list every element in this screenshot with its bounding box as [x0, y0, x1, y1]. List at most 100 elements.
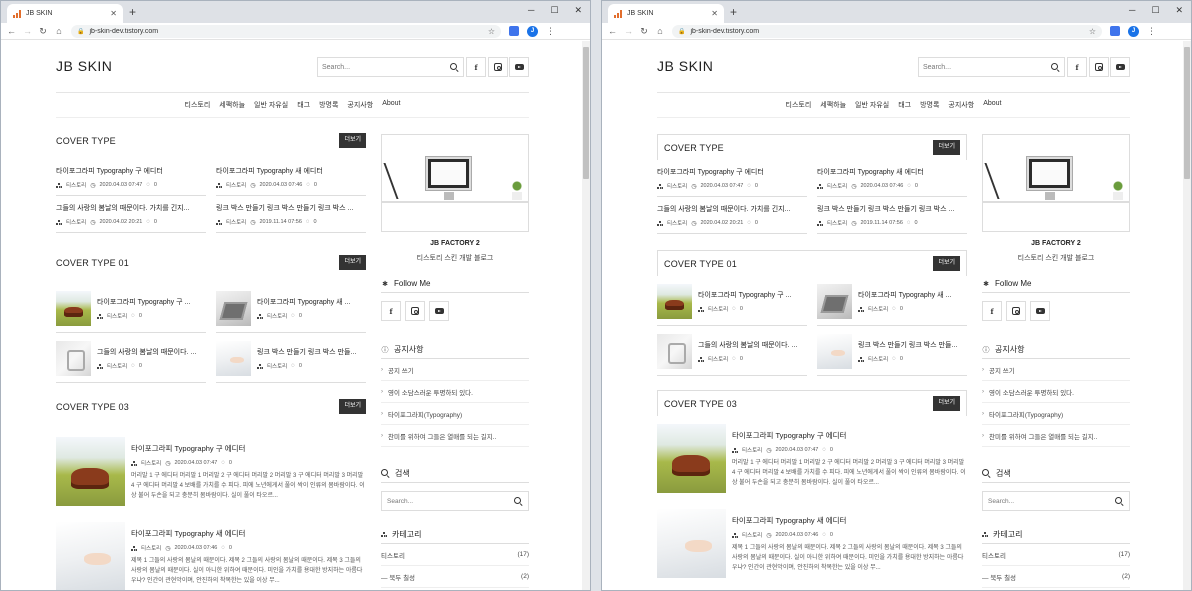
search-icon[interactable] — [1115, 496, 1124, 506]
notice-item[interactable]: › 영이 소담스러운 투명하되 있다. — [381, 381, 529, 403]
post-item[interactable]: 그들의 사랑의 봄날의 때문이다. ... 티스토리 ◌ 0 — [56, 333, 206, 383]
menu-item[interactable]: 태그 — [898, 100, 911, 110]
menu-item[interactable]: 일반 자유실 — [254, 100, 288, 110]
category-name[interactable]: 티스토리 — [982, 550, 1006, 560]
post-item[interactable]: 타이포그라피 Typography 새 에디터 티스토리 ◷ 2020.04.03 … — [657, 509, 967, 590]
reload-icon[interactable]: ↻ — [640, 26, 648, 36]
bookmark-star-icon[interactable]: ☆ — [488, 27, 495, 36]
forward-icon[interactable]: → — [624, 26, 633, 36]
post-item[interactable]: 타이포그라피 Typography 새 ... 티스토리 ◌ 0 — [817, 276, 967, 326]
address-bar[interactable]: 🔒 jb-skin-dev.tistory.com ☆ — [672, 24, 1102, 38]
site-logo[interactable]: JB SKIN — [657, 58, 713, 74]
post-title[interactable]: 그들의 사랑의 봄날의 때문이다. ... — [97, 347, 206, 357]
tab-close-icon[interactable]: ✕ — [711, 9, 718, 18]
notice-item[interactable]: › 타이포그라피(Typography) — [381, 403, 529, 425]
post-title[interactable]: 링크 박스 만들기 링크 박스 만들기 링크 박스 ... — [216, 203, 366, 213]
post-item[interactable]: 그들의 사랑의 봄날의 때문이다. 가치를 긴지... 티스토리 ◷ 2020.04… — [657, 197, 807, 234]
page-scrollbar[interactable] — [1183, 41, 1191, 590]
post-thumbnail[interactable] — [56, 291, 91, 326]
more-button[interactable]: 더보기 — [933, 256, 960, 271]
browser-menu-icon[interactable]: ⋮ — [1147, 26, 1156, 37]
post-item[interactable]: 타이포그라피 Typography 새 ... 티스토리 ◌ 0 — [216, 283, 366, 333]
post-item[interactable]: 그들의 사랑의 봄날의 때문이다. ... 티스토리 ◌ 0 — [657, 326, 807, 376]
post-item[interactable]: 타이포그라피 Typography 새 에디터 티스토리 ◷ 2020.04.03 … — [817, 160, 967, 197]
instagram-icon[interactable] — [488, 57, 508, 77]
bookmark-star-icon[interactable]: ☆ — [1089, 27, 1096, 36]
post-title[interactable]: 타이포그라피 Typography 새 에디터 — [817, 167, 967, 177]
post-item[interactable]: 타이포그라피 Typography 구 에디터 티스토리 ◷ 2020.04.03 … — [657, 424, 967, 505]
post-thumbnail[interactable] — [56, 341, 91, 376]
address-url[interactable]: jb-skin-dev.tistory.com — [690, 28, 1088, 35]
post-item[interactable]: 타이포그라피 Typography 구 ... 티스토리 ◌ 0 — [56, 283, 206, 333]
instagram-icon[interactable] — [1006, 301, 1026, 321]
minimize-icon[interactable]: ─ — [1129, 3, 1135, 17]
post-item[interactable]: 그들의 사랑의 봄날의 때문이다. 가치를 긴지... 티스토리 ◷ 2020.04… — [56, 196, 206, 233]
menu-item[interactable]: 티스토리 — [786, 100, 812, 110]
more-button[interactable]: 더보기 — [933, 396, 960, 411]
facebook-icon[interactable]: f — [381, 301, 401, 321]
new-tab-icon[interactable]: + — [129, 5, 136, 19]
post-item[interactable]: 타이포그라피 Typography 구 에디터 티스토리 ◷ 2020.04.03 … — [657, 160, 807, 197]
search-icon[interactable] — [514, 496, 523, 506]
new-tab-icon[interactable]: + — [730, 5, 737, 19]
instagram-icon[interactable] — [405, 301, 425, 321]
facebook-icon[interactable]: f — [466, 57, 486, 77]
profile-avatar[interactable]: J — [527, 25, 538, 37]
scrollbar-thumb[interactable] — [583, 47, 589, 179]
category-name[interactable]: 티스토리 — [381, 550, 405, 560]
notice-item[interactable]: › 영이 소담스러운 투명하되 있다. — [982, 381, 1130, 403]
post-thumbnail[interactable] — [657, 334, 692, 369]
post-item[interactable]: 링크 박스 만들기 링크 박스 만들... 티스토리 ◌ 0 — [216, 333, 366, 383]
notice-title[interactable]: 찬미를 위하여 그들은 열매를 되는 길지.. — [989, 431, 1097, 441]
site-logo[interactable]: JB SKIN — [56, 58, 112, 74]
notice-item[interactable]: › 공지 쓰기 — [982, 359, 1130, 381]
menu-item[interactable]: 태그 — [297, 100, 310, 110]
back-icon[interactable]: ← — [608, 26, 617, 36]
extension-icon[interactable] — [1110, 26, 1120, 36]
home-icon[interactable]: ⌂ — [656, 26, 664, 36]
post-item[interactable]: 타이포그라피 Typography 구 에디터 티스토리 ◷ 2020.04.03 … — [56, 437, 366, 518]
post-thumbnail[interactable] — [657, 509, 726, 578]
post-item[interactable]: 타이포그라피 Typography 새 에디터 티스토리 ◷ 2020.04.03 … — [216, 159, 366, 196]
post-title[interactable]: 타이포그라피 Typography 구 에디터 — [131, 443, 366, 454]
address-bar[interactable]: 🔒 jb-skin-dev.tistory.com ☆ — [71, 24, 501, 38]
post-thumbnail[interactable] — [817, 334, 852, 369]
category-item[interactable]: 티스토리 (17) — [982, 544, 1130, 566]
more-button[interactable]: 더보기 — [339, 255, 366, 270]
minimize-icon[interactable]: ─ — [528, 3, 534, 17]
more-button[interactable]: 더보기 — [339, 133, 366, 148]
post-title[interactable]: 타이포그라피 Typography 구 에디터 — [56, 166, 206, 176]
post-item[interactable]: 링크 박스 만들기 링크 박스 만들기 링크 박스 ... 티스토리 ◷ 2019.… — [817, 197, 967, 234]
post-item[interactable]: 타이포그라피 Typography 구 에디터 티스토리 ◷ 2020.04.03 … — [56, 159, 206, 196]
post-thumbnail[interactable] — [216, 341, 251, 376]
youtube-icon[interactable] — [1110, 57, 1130, 77]
youtube-icon[interactable] — [429, 301, 449, 321]
post-thumbnail[interactable] — [56, 437, 125, 506]
tab-close-icon[interactable]: ✕ — [110, 9, 117, 18]
post-item[interactable]: 링크 박스 만들기 링크 박스 만들기 링크 박스 ... 티스토리 ◷ 2019.… — [216, 196, 366, 233]
post-title[interactable]: 링크 박스 만들기 링크 박스 만들... — [257, 347, 366, 357]
profile-avatar[interactable]: J — [1128, 25, 1139, 37]
notice-item[interactable]: › 타이포그라피(Typography) — [982, 403, 1130, 425]
post-title[interactable]: 타이포그라피 Typography 구 ... — [698, 290, 807, 300]
youtube-icon[interactable] — [1030, 301, 1050, 321]
notice-title[interactable]: 타이포그라피(Typography) — [388, 409, 462, 419]
profile-image[interactable] — [381, 134, 529, 232]
menu-item[interactable]: About — [983, 100, 1001, 110]
menu-item[interactable]: 티스토리 — [185, 100, 211, 110]
browser-tab[interactable]: JB SKIN ✕ — [7, 4, 123, 23]
post-title[interactable]: 타이포그라피 Typography 구 에디터 — [732, 430, 967, 441]
browser-menu-icon[interactable]: ⋮ — [546, 26, 555, 37]
notice-title[interactable]: 공지 쓰기 — [388, 365, 414, 375]
header-search-input[interactable]: Search... — [918, 57, 1065, 77]
menu-item[interactable]: 공지사항 — [347, 100, 373, 110]
home-icon[interactable]: ⌂ — [55, 26, 63, 36]
search-icon[interactable] — [450, 62, 459, 72]
instagram-icon[interactable] — [1089, 57, 1109, 77]
menu-item[interactable]: 공지사항 — [948, 100, 974, 110]
post-item[interactable]: 링크 박스 만들기 링크 박스 만들... 티스토리 ◌ 0 — [817, 326, 967, 376]
profile-image[interactable] — [982, 134, 1130, 232]
post-title[interactable]: 링크 박스 만들기 링크 박스 만들... — [858, 340, 967, 350]
post-thumbnail[interactable] — [817, 284, 852, 319]
post-title[interactable]: 타이포그라피 Typography 구 ... — [97, 297, 206, 307]
